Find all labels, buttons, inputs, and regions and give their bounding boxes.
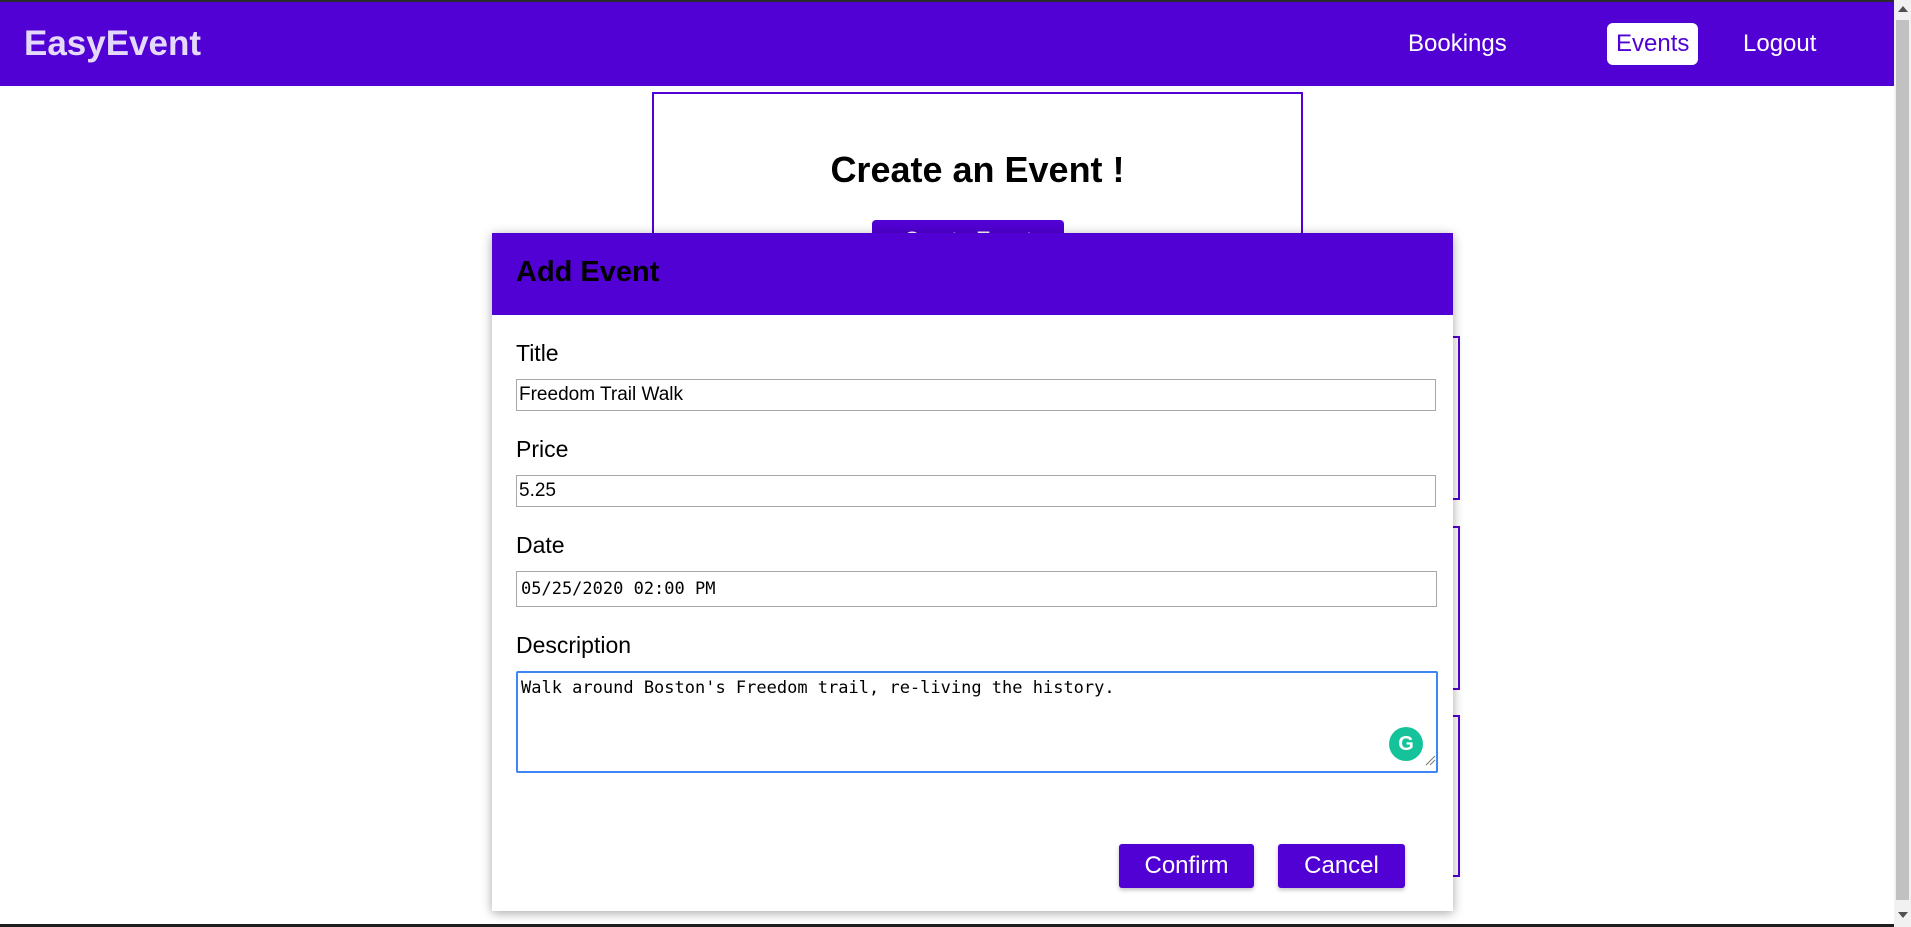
title-label: Title [516,340,559,366]
scroll-down-arrow-icon[interactable] [1898,912,1908,918]
scroll-thumb[interactable] [1896,20,1909,900]
resize-grip-icon[interactable] [1424,754,1436,766]
nav-item-bookings[interactable]: Bookings [1399,23,1516,65]
description-textarea[interactable]: Walk around Boston's Freedom trail, re-l… [516,671,1438,773]
confirm-button[interactable]: Confirm [1119,844,1254,888]
title-input[interactable] [516,379,1436,411]
date-input[interactable] [516,571,1437,607]
add-event-modal: Add Event Title Price Date Description W… [492,233,1453,911]
price-input[interactable] [516,475,1436,507]
navbar: EasyEvent Bookings Events Logout [0,0,1894,86]
nav-items: Bookings Events Logout [1294,2,1894,88]
nav-item-logout[interactable]: Logout [1734,23,1825,65]
scroll-up-arrow-icon[interactable] [1898,6,1908,12]
modal-title: Add Event [516,256,660,288]
cancel-button[interactable]: Cancel [1278,844,1405,888]
scrollbar[interactable] [1894,0,1911,927]
price-label: Price [516,436,569,462]
description-label: Description [516,632,632,658]
page: EasyEvent Bookings Events Logout Create … [0,0,1911,927]
date-label: Date [516,532,565,558]
brand-logo[interactable]: EasyEvent [24,24,201,64]
nav-item-events[interactable]: Events [1607,23,1699,65]
grammarly-icon[interactable]: G [1389,727,1423,761]
modal-header: Add Event [492,233,1453,315]
